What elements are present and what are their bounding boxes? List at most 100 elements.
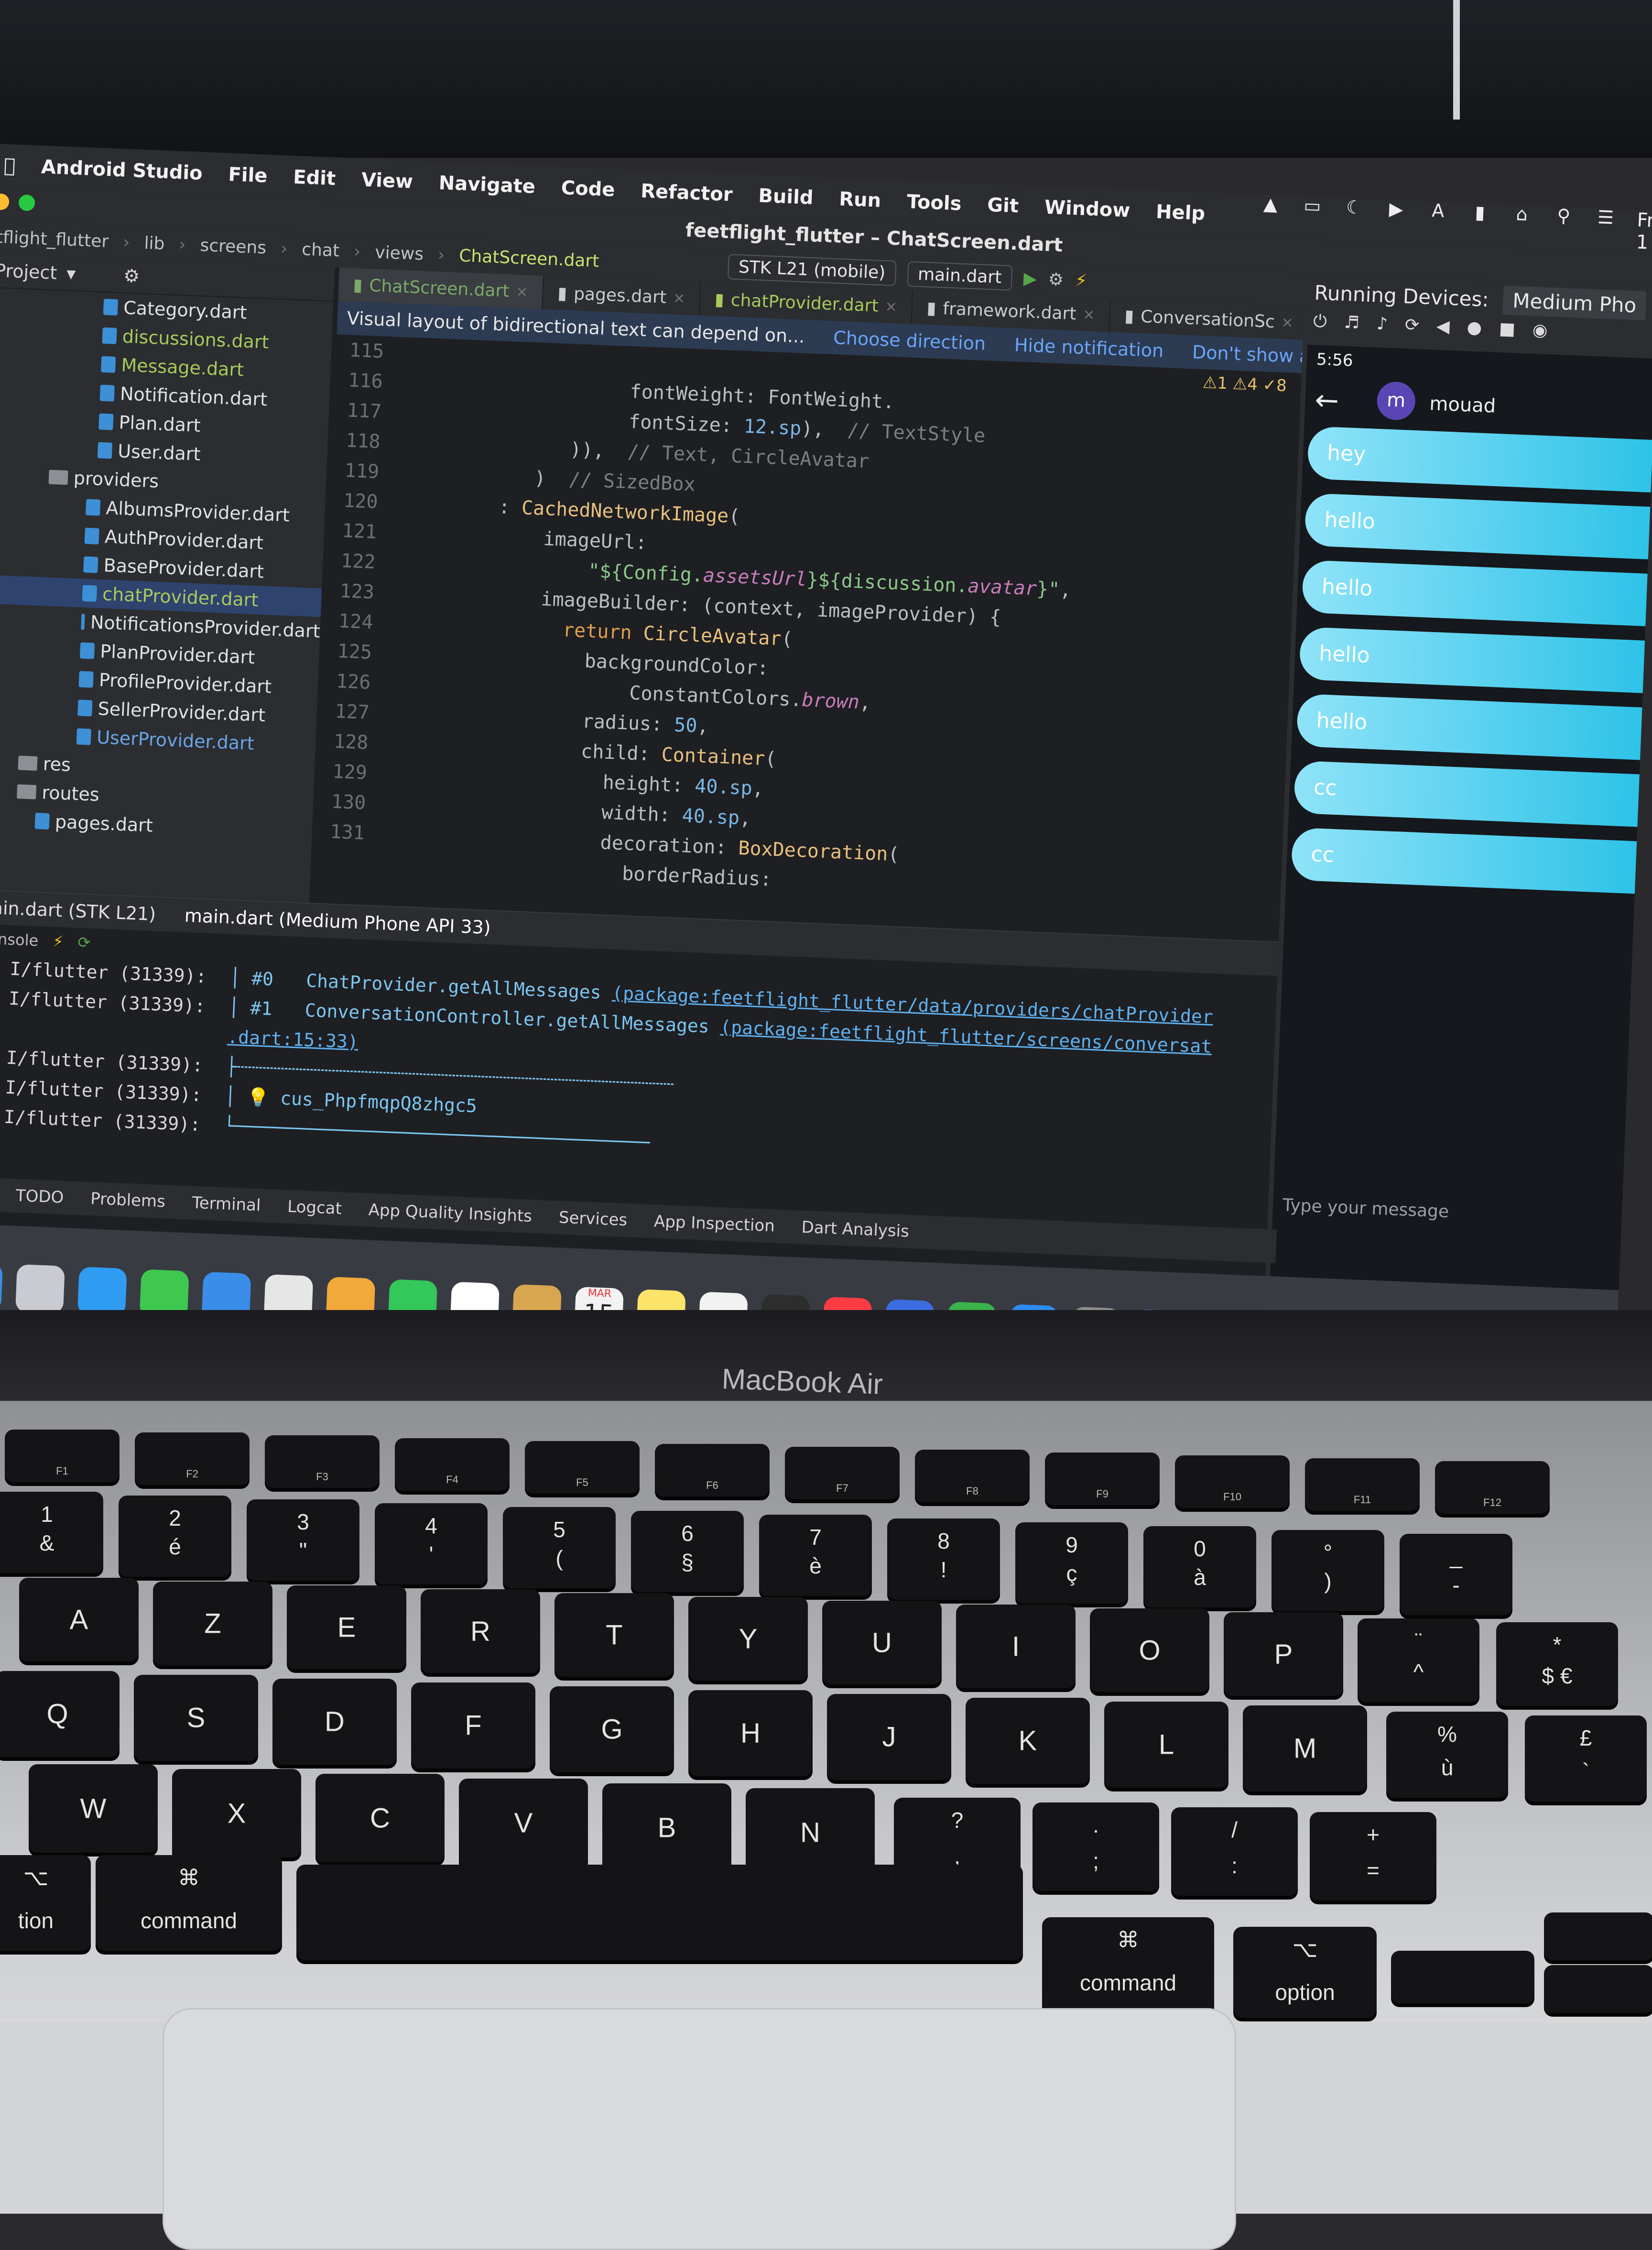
- menu-code[interactable]: Code: [561, 177, 615, 201]
- breadcrumb-file[interactable]: ChatScreen.dart: [459, 246, 600, 271]
- battery-icon[interactable]: ▮: [1469, 202, 1490, 223]
- letter-key[interactable]: V: [459, 1779, 588, 1867]
- tool-window-button[interactable]: Logcat: [287, 1197, 342, 1219]
- source-link[interactable]: .dart:15:33): [227, 1026, 359, 1052]
- number-key[interactable]: 4 ': [375, 1503, 488, 1584]
- number-key[interactable]: 7è: [759, 1515, 872, 1596]
- number-key[interactable]: 3 ": [247, 1499, 359, 1581]
- back-icon[interactable]: ◀: [1435, 317, 1450, 346]
- overview-icon[interactable]: ■: [1498, 319, 1516, 348]
- number-key[interactable]: 1 &: [0, 1492, 103, 1573]
- function-key[interactable]: F8: [915, 1450, 1030, 1502]
- menu-refactor[interactable]: Refactor: [640, 180, 733, 206]
- minimize-button[interactable]: [0, 193, 10, 210]
- volume-up-icon[interactable]: ♬: [1343, 313, 1360, 342]
- option-key-right[interactable]: ⌥ option: [1233, 1927, 1377, 2018]
- command-key-right[interactable]: ⌘ command: [1042, 1917, 1214, 2013]
- function-key[interactable]: F9: [1045, 1453, 1160, 1505]
- search-icon[interactable]: ⚲: [1553, 205, 1575, 227]
- number-key[interactable]: 8!: [887, 1518, 1000, 1600]
- space-bar[interactable]: [296, 1865, 1023, 1960]
- menu-bar-clock[interactable]: Fri 1: [1636, 209, 1652, 254]
- flame-icon[interactable]: ▲: [1260, 193, 1281, 215]
- function-key[interactable]: F10: [1175, 1455, 1290, 1508]
- number-key[interactable]: 6 §: [631, 1511, 744, 1592]
- symbol-key[interactable]: /:: [1171, 1807, 1298, 1896]
- symbol-key[interactable]: % ù: [1386, 1712, 1508, 1798]
- message-input[interactable]: Type your message: [1282, 1195, 1449, 1222]
- tool-window-button[interactable]: TODO: [15, 1186, 64, 1207]
- dock-app-icon[interactable]: [0, 1261, 3, 1311]
- control-center-icon[interactable]: ☰: [1595, 207, 1616, 228]
- menu-view[interactable]: View: [361, 169, 413, 193]
- letter-key[interactable]: F: [411, 1682, 535, 1769]
- letter-key[interactable]: U: [822, 1601, 942, 1684]
- project-panel-title[interactable]: Project: [0, 260, 57, 284]
- letter-key[interactable]: N: [746, 1788, 875, 1877]
- run-tab-stk[interactable]: main.dart (STK L21): [0, 896, 156, 925]
- breadcrumb-views[interactable]: views: [375, 242, 424, 264]
- number-key[interactable]: °): [1272, 1530, 1384, 1611]
- gear-icon[interactable]: ⚙: [123, 265, 140, 286]
- letter-key[interactable]: B: [602, 1783, 731, 1872]
- symbol-key[interactable]: + =: [1310, 1812, 1436, 1900]
- run-tab-medium-phone[interactable]: main.dart (Medium Phone API 33): [184, 905, 491, 939]
- number-key[interactable]: 0à: [1143, 1526, 1256, 1607]
- menu-run[interactable]: Run: [839, 188, 882, 211]
- menu-tools[interactable]: Tools: [906, 191, 962, 215]
- arrow-down-key[interactable]: [1544, 1965, 1652, 2013]
- letter-key[interactable]: Q: [0, 1671, 120, 1757]
- letter-key[interactable]: K: [966, 1698, 1090, 1784]
- letter-key[interactable]: L: [1104, 1702, 1228, 1788]
- tool-window-button[interactable]: Terminal: [192, 1193, 261, 1215]
- run-icon[interactable]: ▶: [1023, 268, 1037, 288]
- tool-window-button[interactable]: Problems: [90, 1189, 165, 1211]
- close-icon[interactable]: ×: [1083, 306, 1096, 323]
- tool-window-button[interactable]: App Quality Insights: [368, 1201, 533, 1226]
- keyboard-input-icon[interactable]: A: [1427, 200, 1449, 221]
- letter-key[interactable]: R: [421, 1589, 540, 1673]
- breadcrumb-lib[interactable]: lib: [144, 233, 165, 254]
- dock-app-icon[interactable]: [77, 1267, 127, 1317]
- letter-key[interactable]: T: [554, 1593, 674, 1677]
- letter-key[interactable]: Z: [153, 1582, 272, 1665]
- tool-window-button[interactable]: Services: [558, 1208, 628, 1230]
- function-key[interactable]: F3: [265, 1435, 380, 1488]
- function-key[interactable]: F11: [1305, 1458, 1420, 1511]
- letter-key[interactable]: I: [956, 1605, 1076, 1688]
- debug-icon[interactable]: ⚙: [1048, 270, 1064, 290]
- device-tab[interactable]: Medium Pho: [1502, 285, 1647, 320]
- inspection-badges[interactable]: ⚠1 ⚠4 ✓8: [1202, 373, 1287, 395]
- apple-icon[interactable]: : [3, 154, 16, 177]
- letter-key[interactable]: A: [19, 1578, 139, 1661]
- number-key[interactable]: _ -: [1400, 1534, 1512, 1615]
- letter-key[interactable]: Y: [688, 1597, 808, 1681]
- symbol-key[interactable]: .;: [1032, 1802, 1159, 1891]
- dock-app-icon[interactable]: [15, 1264, 65, 1314]
- display-icon[interactable]: ▭: [1302, 195, 1323, 216]
- letter-key[interactable]: W: [29, 1764, 158, 1853]
- breadcrumb-screens[interactable]: screens: [200, 235, 267, 258]
- number-key[interactable]: 5(: [503, 1507, 616, 1588]
- option-key-left[interactable]: ⌥ tion: [0, 1855, 91, 1951]
- function-key[interactable]: F7: [785, 1447, 900, 1499]
- editor-tab[interactable]: ▮ pages.dart ×: [543, 275, 701, 316]
- letter-key[interactable]: D: [272, 1679, 397, 1765]
- hide-notification-link[interactable]: Hide notification: [1014, 334, 1164, 361]
- symbol-key[interactable]: * $ €: [1496, 1622, 1618, 1706]
- home-icon[interactable]: ●: [1466, 317, 1482, 347]
- letter-key[interactable]: H: [688, 1690, 813, 1776]
- arrow-left-key[interactable]: [1391, 1951, 1534, 2003]
- letter-key[interactable]: G: [550, 1686, 674, 1772]
- function-key[interactable]: F5: [525, 1441, 640, 1494]
- code-area[interactable]: ⚠1 ⚠4 ✓8 115 116 fontWeight: FontWeight. 1…: [315, 334, 1302, 908]
- number-key[interactable]: 9ç: [1015, 1522, 1128, 1604]
- back-arrow-icon[interactable]: ←: [1314, 383, 1339, 418]
- command-key-left[interactable]: ⌘ command: [96, 1855, 282, 1951]
- moon-icon[interactable]: ☾: [1343, 197, 1365, 218]
- letter-key[interactable]: P: [1224, 1612, 1343, 1696]
- number-key[interactable]: 2é: [119, 1496, 231, 1577]
- menu-window[interactable]: Window: [1044, 197, 1130, 222]
- chevron-down-icon[interactable]: ▾: [66, 263, 76, 284]
- close-icon[interactable]: ×: [673, 289, 685, 306]
